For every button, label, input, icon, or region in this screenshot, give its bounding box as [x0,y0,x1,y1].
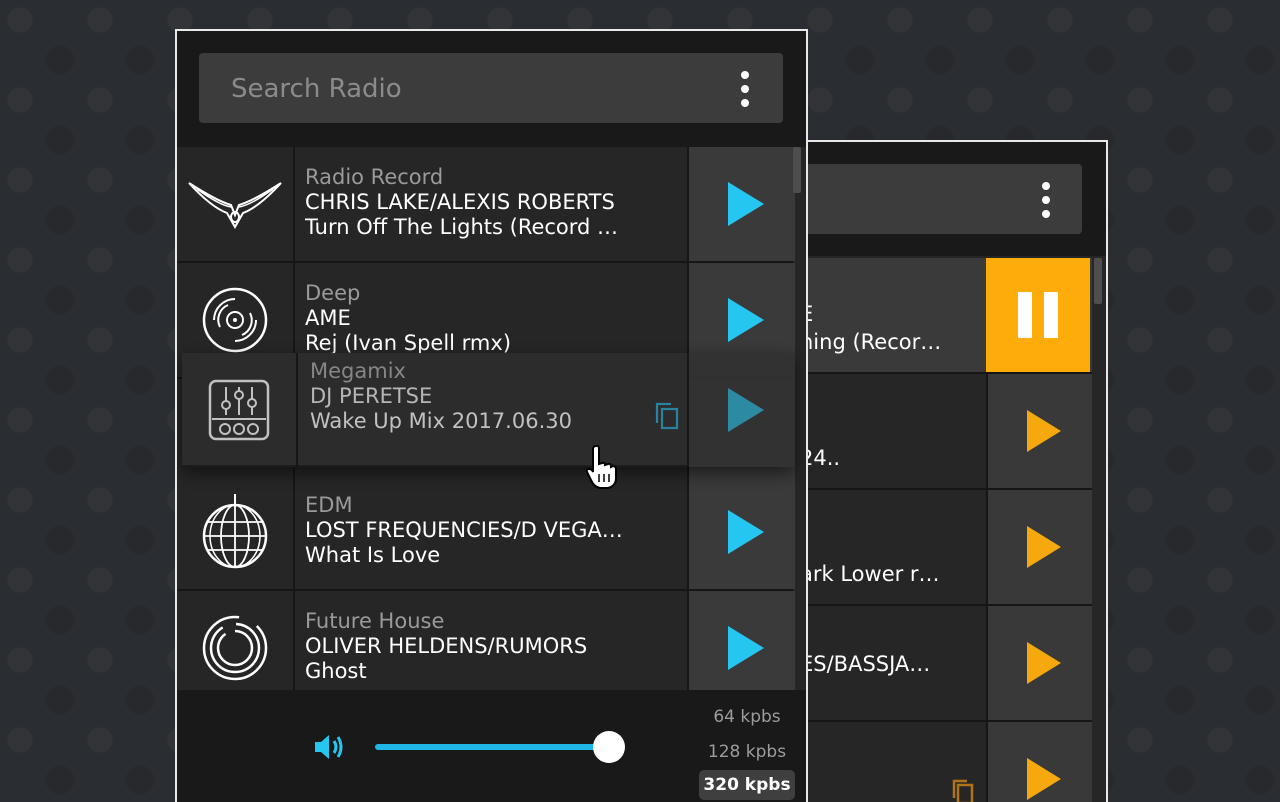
track-title: What Is Love [305,543,441,567]
play-icon [1027,642,1061,684]
search-input[interactable] [229,53,713,125]
vinyl-record-icon [202,287,268,353]
track-artist: OLIVER HELDENS/RUMORS [305,634,588,658]
play-button[interactable] [986,490,1092,604]
station-logo [182,353,298,467]
track-title: Turn Off The Lights (Record … [305,215,619,239]
play-icon [728,182,764,226]
track-artist: DJ PERETSE [310,384,433,408]
station-genre: Deep [305,281,361,305]
mixer-icon [208,379,270,441]
volume-slider-knob[interactable] [593,731,625,763]
back-row-line2: ark Lower r… [800,562,940,586]
track-title: Wake Up Mix 2017.06.30 [310,409,572,433]
play-icon [1027,758,1061,800]
track-title: Ghost [305,659,367,683]
play-icon [728,298,764,342]
play-icon [728,626,764,670]
kebab-menu-icon[interactable] [735,69,755,109]
copy-icon [655,402,679,430]
play-button[interactable] [986,606,1092,720]
circular-lines-icon [202,615,268,681]
bitrate-option-320[interactable]: 320 kpbs [699,770,795,800]
player-footer: 64 kpbs 128 kpbs 320 kpbs [177,690,806,802]
station-logo [177,147,295,261]
search-bar [199,53,783,125]
track-artist: AME [305,306,351,330]
back-row-line2: ning (Recor… [800,330,942,354]
copy-icon [952,779,974,802]
play-button[interactable] [986,374,1092,488]
station-logo [177,591,295,705]
play-button[interactable] [687,591,795,705]
track-artist: CHRIS LAKE/ALEXIS ROBERTS [305,190,615,214]
volume-slider-track[interactable] [375,744,611,750]
volume-icon[interactable] [313,732,345,762]
back-kebab-menu-icon[interactable] [1036,180,1056,220]
pause-icon [1018,292,1058,338]
play-icon [728,388,764,432]
station-row[interactable]: Radio Record CHRIS LAKE/ALEXIS ROBERTS T… [177,147,795,263]
radio-app-window: Radio Record CHRIS LAKE/ALEXIS ROBERTS T… [175,29,808,802]
station-row[interactable]: EDM LOST FREQUENCIES/D VEGA… What Is Lov… [177,475,795,591]
station-logo [177,475,295,589]
play-button[interactable] [687,475,795,589]
play-icon [728,510,764,554]
play-icon [1027,410,1061,452]
bitrate-option-128[interactable]: 128 kpbs [699,737,795,767]
dragged-station-row[interactable]: Megamix DJ PERETSE Wake Up Mix 2017.06.3… [182,353,795,467]
play-button[interactable] [687,147,795,261]
station-genre: Future House [305,609,445,633]
hand-cursor-icon [585,444,617,489]
scrollbar-thumb[interactable] [793,147,801,193]
disco-ball-icon [202,494,268,569]
bitrate-option-64[interactable]: 64 kpbs [699,702,795,732]
track-artist: LOST FREQUENCIES/D VEGA… [305,518,623,542]
station-genre: Radio Record [305,165,444,189]
wings-logo-icon [188,182,282,229]
play-button[interactable] [687,353,795,467]
back-row-line1: ES/BASSJA… [800,652,931,676]
station-genre: EDM [305,493,353,517]
pause-button[interactable] [986,258,1090,372]
play-icon [1027,526,1061,568]
header [177,31,806,147]
play-button[interactable] [986,722,1092,802]
back-scrollbar-thumb[interactable] [1094,258,1102,304]
station-genre: Megamix [310,359,406,383]
